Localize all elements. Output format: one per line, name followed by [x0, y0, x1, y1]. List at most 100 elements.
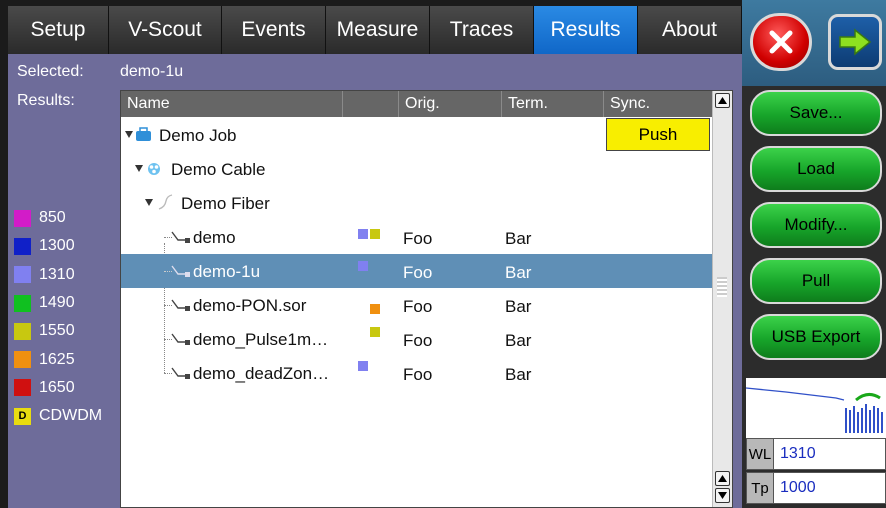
tab-measure[interactable]: Measure [326, 6, 430, 54]
row-term: Bar [505, 297, 532, 316]
briefcase-icon [136, 127, 151, 141]
push-button[interactable]: Push [606, 118, 710, 151]
scroll-down-icon[interactable] [715, 488, 730, 503]
close-icon [769, 30, 793, 54]
tab-v-scout[interactable]: V-Scout [109, 6, 222, 54]
table-row[interactable]: Demo Cable [121, 152, 712, 186]
legend-item: 1300 [14, 232, 102, 260]
wavelength-swatch [358, 229, 368, 239]
legend-item: 1310 [14, 261, 102, 289]
fiber-icon [158, 194, 173, 210]
column-name[interactable]: Name [121, 91, 343, 117]
tab-bar: Setup V-Scout Events Measure Traces Resu… [8, 6, 742, 54]
legend-label: 1300 [39, 237, 75, 255]
scroll-grip[interactable] [717, 277, 727, 297]
table-header: Name Orig. Term. Sync. [121, 91, 712, 117]
pull-button[interactable]: Pull [750, 258, 882, 304]
results-table: Name Orig. Term. Sync. Demo Job Push Dem… [120, 90, 733, 508]
row-term: Bar [505, 365, 532, 384]
modify-button[interactable]: Modify... [750, 202, 882, 248]
legend-label: 850 [39, 209, 66, 227]
expand-arrow-icon[interactable] [145, 199, 153, 206]
row-term: Bar [505, 331, 532, 350]
vertical-scrollbar[interactable] [712, 91, 732, 507]
wavelength-swatch [370, 327, 380, 337]
table-row-selected[interactable]: demo-1u Foo Bar [121, 254, 712, 288]
trace-icon [171, 265, 190, 277]
legend-item: 850 [14, 204, 102, 232]
tab-traces[interactable]: Traces [430, 6, 534, 54]
scroll-up-icon[interactable] [715, 471, 730, 486]
column-sync[interactable]: Sync. [604, 91, 712, 117]
row-name: demo [193, 228, 236, 247]
table-row[interactable]: Demo Fiber [121, 186, 712, 220]
column-orig[interactable]: Orig. [399, 91, 502, 117]
wavelength-swatch [370, 304, 380, 314]
row-name: demo-1u [193, 262, 261, 281]
tab-setup[interactable]: Setup [8, 6, 109, 54]
tp-value[interactable]: 1000 [774, 472, 886, 504]
column-color[interactable] [343, 91, 399, 117]
legend-item: 1650 [14, 374, 102, 402]
legend-swatch [14, 322, 31, 340]
legend-swatch [14, 379, 31, 397]
results-panel: Selected: demo-1u Results: 850 1300 1310… [8, 54, 742, 508]
row-name: demo_deadZon… [193, 364, 330, 383]
tree-guide [164, 356, 165, 373]
expand-arrow-icon[interactable] [125, 131, 133, 138]
row-name: Demo Cable [171, 160, 266, 179]
legend-swatch [14, 351, 31, 369]
wl-value[interactable]: 1310 [774, 438, 886, 470]
legend-label: 1490 [39, 294, 75, 312]
load-button[interactable]: Load [750, 146, 882, 192]
legend-swatch [14, 266, 31, 284]
legend-item: 1550 [14, 317, 102, 345]
legend-label: 1650 [39, 378, 75, 396]
legend-swatch [14, 294, 31, 312]
legend-label: 1625 [39, 350, 75, 368]
usb-export-button[interactable]: USB Export [750, 314, 882, 360]
legend-label: 1310 [39, 265, 75, 283]
row-name: demo-PON.sor [193, 296, 307, 315]
tab-about[interactable]: About [638, 6, 742, 54]
wavelength-swatch [358, 361, 368, 371]
action-panel: Save... Load Modify... Pull USB Export W… [742, 0, 886, 508]
row-term: Bar [505, 229, 532, 248]
legend-item: 1625 [14, 345, 102, 373]
row-orig: Foo [403, 229, 433, 248]
save-button[interactable]: Save... [750, 90, 882, 136]
column-term[interactable]: Term. [502, 91, 604, 117]
wavelength-swatch [370, 229, 380, 239]
tp-field[interactable]: Tp 1000 [746, 472, 886, 504]
legend-label: 1550 [39, 322, 75, 340]
results-label: Results: [17, 92, 75, 109]
row-name: demo_Pulse1m… [193, 330, 329, 349]
wavelength-swatch [358, 261, 368, 271]
wl-field[interactable]: WL 1310 [746, 438, 886, 470]
arrow-right-icon [839, 28, 872, 56]
tab-results[interactable]: Results [534, 6, 638, 54]
trace-icon [171, 299, 190, 311]
table-row[interactable]: demo_deadZon… Foo Bar [121, 356, 712, 390]
table-row[interactable]: demo_Pulse1m… Foo Bar [121, 322, 712, 356]
legend-item: D CDWDM [14, 402, 102, 430]
legend-swatch [14, 237, 31, 255]
table-row[interactable]: demo Foo Bar [121, 220, 712, 254]
row-orig: Foo [403, 365, 433, 384]
tab-events[interactable]: Events [222, 6, 326, 54]
legend-swatch [14, 209, 31, 227]
tp-label: Tp [746, 472, 774, 504]
table-row[interactable]: demo-PON.sor Foo Bar [121, 288, 712, 322]
wl-label: WL [746, 438, 774, 470]
trace-icon [171, 333, 190, 345]
close-button[interactable] [750, 13, 812, 71]
expand-arrow-icon[interactable] [135, 165, 143, 172]
row-orig: Foo [403, 331, 433, 350]
next-button[interactable] [828, 14, 882, 70]
legend-label: CDWDM [39, 407, 103, 425]
trace-preview-graph [745, 387, 883, 433]
trace-icon [171, 231, 190, 243]
row-term: Bar [505, 263, 532, 282]
scroll-up-icon[interactable] [715, 93, 730, 108]
wavelength-legend: 850 1300 1310 1490 1550 1625 1650 D CDWDM [14, 204, 102, 430]
